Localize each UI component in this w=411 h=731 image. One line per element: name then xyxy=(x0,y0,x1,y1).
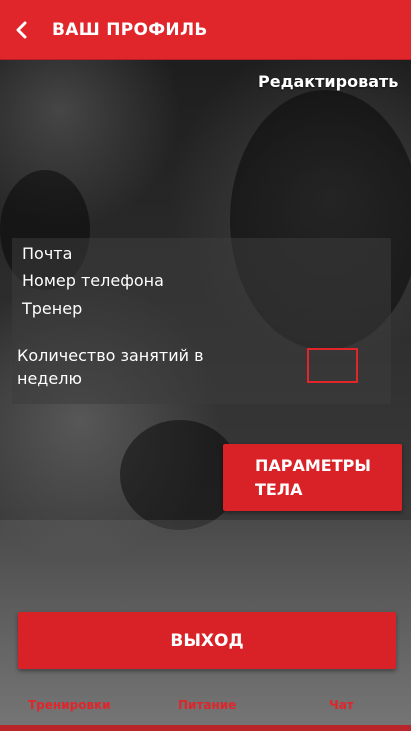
top-bar: ВАШ ПРОФИЛЬ xyxy=(0,0,411,60)
sessions-per-week-field[interactable] xyxy=(307,348,358,383)
body-parameters-button[interactable]: ПАРАМЕТРЫ ТЕЛА xyxy=(223,444,402,511)
nav-bottom-bar xyxy=(0,725,411,731)
back-button[interactable] xyxy=(0,0,44,60)
athlete-silhouette xyxy=(120,420,240,530)
bottom-navigation: Тренировки Питание Чат xyxy=(0,690,411,731)
nav-item-workouts[interactable]: Тренировки xyxy=(28,698,111,712)
logout-button[interactable]: ВЫХОД xyxy=(18,612,396,669)
phone-label: Номер телефона xyxy=(22,271,164,290)
edit-button[interactable]: Редактировать xyxy=(258,72,398,91)
page-title: ВАШ ПРОФИЛЬ xyxy=(52,19,208,40)
nav-item-chat[interactable]: Чат xyxy=(329,698,354,712)
profile-info-panel: Почта Номер телефона Тренер Количество з… xyxy=(12,238,391,404)
chevron-left-icon xyxy=(16,21,27,38)
sessions-per-week-label: Количество занятий в неделю xyxy=(17,346,204,388)
email-label: Почта xyxy=(22,244,73,263)
trainer-label: Тренер xyxy=(22,299,83,318)
nav-item-nutrition[interactable]: Питание xyxy=(178,698,236,712)
